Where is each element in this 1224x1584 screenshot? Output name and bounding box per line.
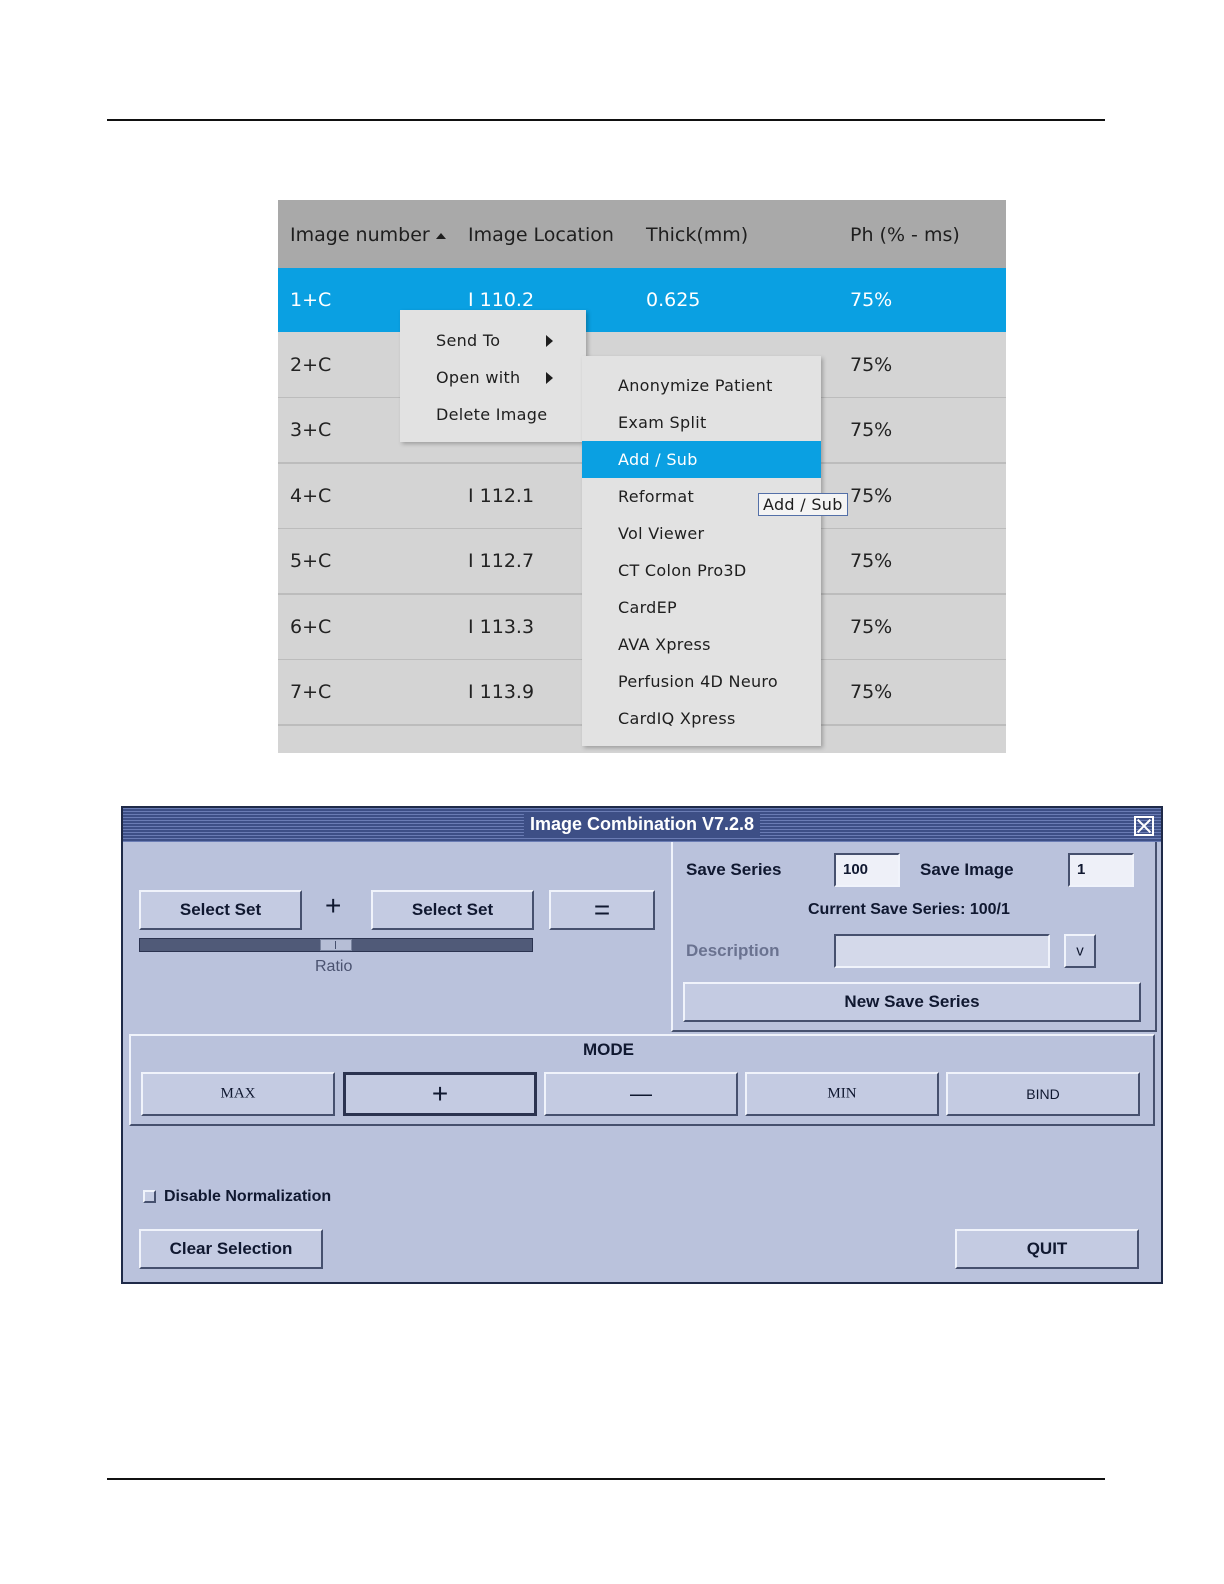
column-header-thick[interactable]: Thick(mm) (646, 224, 748, 246)
context-menu: Send To Open with Delete Image (400, 310, 586, 442)
cell-ph: 75% (850, 616, 893, 638)
menu-item-open-with[interactable]: Open with (436, 368, 520, 387)
save-image-label: Save Image (920, 860, 1014, 879)
menu-item-send-to[interactable]: Send To (436, 331, 500, 350)
cell-ph: 75% (850, 681, 893, 703)
submenu-arrow-icon (546, 372, 553, 384)
open-with-submenu: Anonymize Patient Exam Split Add / Sub R… (582, 356, 821, 746)
submenu-item-anonymize-patient[interactable]: Anonymize Patient (582, 367, 821, 404)
mode-add-button[interactable]: + (343, 1072, 537, 1116)
button-label: Select Set (179, 900, 262, 919)
title-bar[interactable]: Image Combination V7.2.8 (123, 808, 1161, 842)
button-label: MAX (220, 1085, 256, 1102)
submenu-item-ct-colon-pro3d[interactable]: CT Colon Pro3D (582, 552, 821, 589)
mode-max-button[interactable]: MAX (141, 1072, 335, 1116)
submenu-item-ava-xpress[interactable]: AVA Xpress (582, 626, 821, 663)
button-label: MIN (827, 1085, 857, 1102)
description-dropdown-button[interactable]: v (1064, 934, 1096, 968)
button-label: + (431, 1078, 449, 1109)
equals-button[interactable]: = (549, 890, 655, 930)
dialog-title: Image Combination V7.2.8 (523, 812, 761, 837)
submenu-item-cardep[interactable]: CardEP (582, 589, 821, 626)
cell-image-number: 5+C (290, 550, 332, 572)
cell-image-number: 1+C (290, 289, 332, 311)
plus-sign: + (325, 890, 342, 921)
cell-image-number: 6+C (290, 616, 332, 638)
button-label: Clear Selection (169, 1239, 293, 1258)
select-set-button-1[interactable]: Select Set (139, 890, 302, 930)
cell-ph: 75% (850, 419, 893, 441)
cell-image-location: I 112.7 (468, 550, 535, 572)
button-label: New Save Series (844, 992, 980, 1011)
cell-ph: 75% (850, 289, 893, 311)
disable-normalization-checkbox[interactable] (143, 1190, 156, 1203)
current-save-series: Current Save Series: 100/1 (808, 901, 1010, 918)
column-header-ph[interactable]: Ph (% - ms) (850, 224, 960, 246)
new-save-series-button[interactable]: New Save Series (683, 982, 1141, 1022)
cell-ph: 75% (850, 485, 893, 507)
button-label: = (593, 894, 611, 925)
submenu-item-add-sub[interactable]: Add / Sub (582, 441, 821, 478)
header-rule (107, 119, 1105, 121)
column-header-image-number[interactable]: Image number (290, 224, 446, 246)
cell-ph: 75% (850, 354, 893, 376)
button-label: Select Set (411, 900, 494, 919)
column-header-image-location[interactable]: Image Location (468, 224, 614, 246)
table-row[interactable]: 1+C I 110.2 0.625 75% (278, 268, 1006, 332)
cell-image-number: 2+C (290, 354, 332, 376)
save-series-field[interactable]: 100 (834, 853, 900, 887)
button-label: — (630, 1081, 652, 1106)
save-image-field[interactable]: 1 (1068, 853, 1134, 887)
footer-rule (107, 1478, 1105, 1480)
image-list-screenshot: Image number Image Location Thick(mm) Ph… (278, 200, 1006, 753)
button-label: QUIT (1026, 1239, 1068, 1258)
button-label: BIND (1026, 1086, 1060, 1102)
chevron-down-icon: v (1076, 942, 1084, 960)
cell-image-location: I 110.2 (468, 289, 535, 311)
mode-bind-button[interactable]: BIND (946, 1072, 1140, 1116)
cell-image-number: 7+C (290, 681, 332, 703)
quit-button[interactable]: QUIT (955, 1229, 1139, 1269)
submenu-arrow-icon (546, 335, 553, 347)
description-label: Description (686, 941, 780, 960)
disable-normalization-label[interactable]: Disable Normalization (164, 1188, 331, 1206)
save-image-value: 1 (1077, 861, 1086, 878)
cell-image-location: I 113.3 (468, 616, 535, 638)
save-series-label: Save Series (686, 860, 782, 879)
cell-image-location: I 113.9 (468, 681, 535, 703)
cell-image-number: 3+C (290, 419, 332, 441)
ratio-label: Ratio (315, 958, 353, 975)
submenu-item-perfusion-4d-neuro[interactable]: Perfusion 4D Neuro (582, 663, 821, 700)
cell-ph: 75% (850, 550, 893, 572)
mode-subtract-button[interactable]: — (544, 1072, 738, 1116)
save-series-value: 100 (843, 861, 869, 878)
cell-thick: 0.625 (646, 289, 701, 311)
mode-label: MODE (583, 1040, 634, 1059)
tooltip: Add / Sub (758, 493, 848, 516)
clear-selection-button[interactable]: Clear Selection (139, 1229, 323, 1269)
mode-min-button[interactable]: MIN (745, 1072, 939, 1116)
table-header: Image number Image Location Thick(mm) Ph… (278, 200, 1006, 268)
menu-item-delete-image[interactable]: Delete Image (436, 405, 547, 424)
submenu-item-exam-split[interactable]: Exam Split (582, 404, 821, 441)
cell-image-location: I 112.1 (468, 485, 535, 507)
image-combination-dialog: Image Combination V7.2.8 Select Set + Se… (121, 806, 1163, 1284)
ratio-slider[interactable] (139, 938, 533, 952)
submenu-item-vol-viewer[interactable]: Vol Viewer (582, 515, 821, 552)
ratio-slider-thumb[interactable] (320, 939, 352, 951)
column-header-label: Image number (290, 224, 430, 246)
submenu-item-cardiq-xpress[interactable]: CardIQ Xpress (582, 700, 821, 737)
description-field[interactable] (834, 934, 1050, 968)
sort-ascending-icon (435, 232, 446, 239)
close-icon[interactable] (1134, 816, 1154, 836)
cell-image-number: 4+C (290, 485, 332, 507)
select-set-button-2[interactable]: Select Set (371, 890, 534, 930)
